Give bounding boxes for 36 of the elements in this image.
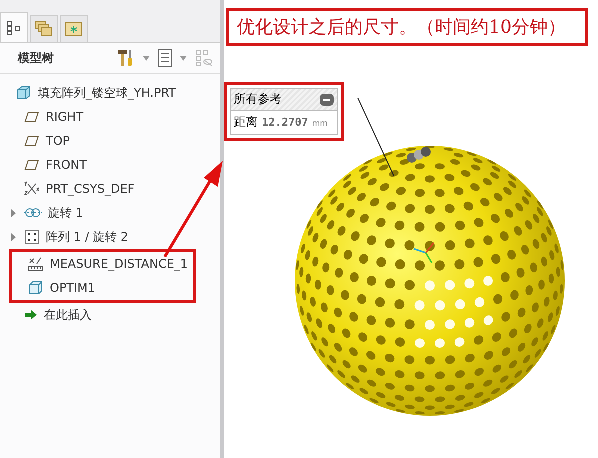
revolve-icon xyxy=(24,207,42,219)
caret-icon[interactable] xyxy=(143,56,150,60)
coordinate-system-icon xyxy=(24,181,40,197)
datum-plane-icon xyxy=(24,159,40,171)
measure-icon xyxy=(28,256,44,272)
distance-value: 12.2707 xyxy=(262,116,308,129)
part-cube-icon xyxy=(16,85,32,101)
tree-item[interactable]: 旋转 1 xyxy=(8,201,196,225)
tree-item[interactable]: RIGHT xyxy=(8,105,196,129)
expand-arrow-icon[interactable] xyxy=(10,232,16,242)
tree-item[interactable]: PRT_CSYS_DEF xyxy=(8,177,196,201)
tree-item[interactable]: 在此插入 xyxy=(8,303,196,327)
tree-item[interactable]: OPTIM1 xyxy=(12,276,193,300)
tree-item[interactable]: FRONT xyxy=(8,153,196,177)
pattern-icon xyxy=(24,229,40,245)
collapse-icon[interactable] xyxy=(320,94,334,106)
tree-filter-icon[interactable] xyxy=(194,48,214,68)
model-tree-icon xyxy=(6,20,22,36)
cube-icon xyxy=(28,280,44,296)
datum-plane-icon xyxy=(24,135,40,147)
folders-icon xyxy=(35,21,53,37)
expand-arrow-icon[interactable] xyxy=(10,208,16,218)
panel-tab[interactable] xyxy=(0,12,28,42)
insert-arrow-icon xyxy=(24,309,38,321)
tree-item[interactable]: MEASURE_DISTANCE_1 xyxy=(12,252,193,276)
panel-title: 模型树 xyxy=(18,50,54,66)
tree-item[interactable]: 填充阵列_镂空球_YH.PRT xyxy=(0,81,220,105)
distance-label: 距离 xyxy=(234,114,258,131)
datum-plane-icon xyxy=(24,111,40,123)
caret-icon[interactable] xyxy=(180,56,187,60)
callout-title: 所有参考 xyxy=(234,91,282,108)
list-settings-icon[interactable] xyxy=(157,48,173,68)
tree-item[interactable]: 阵列 1 / 旋转 2 xyxy=(8,225,196,249)
tree-item[interactable]: TOP xyxy=(8,129,196,153)
annotation-banner: 优化设计之后的尺寸。（时间约10分钟） xyxy=(226,8,588,46)
unit-label: mm xyxy=(312,119,328,128)
